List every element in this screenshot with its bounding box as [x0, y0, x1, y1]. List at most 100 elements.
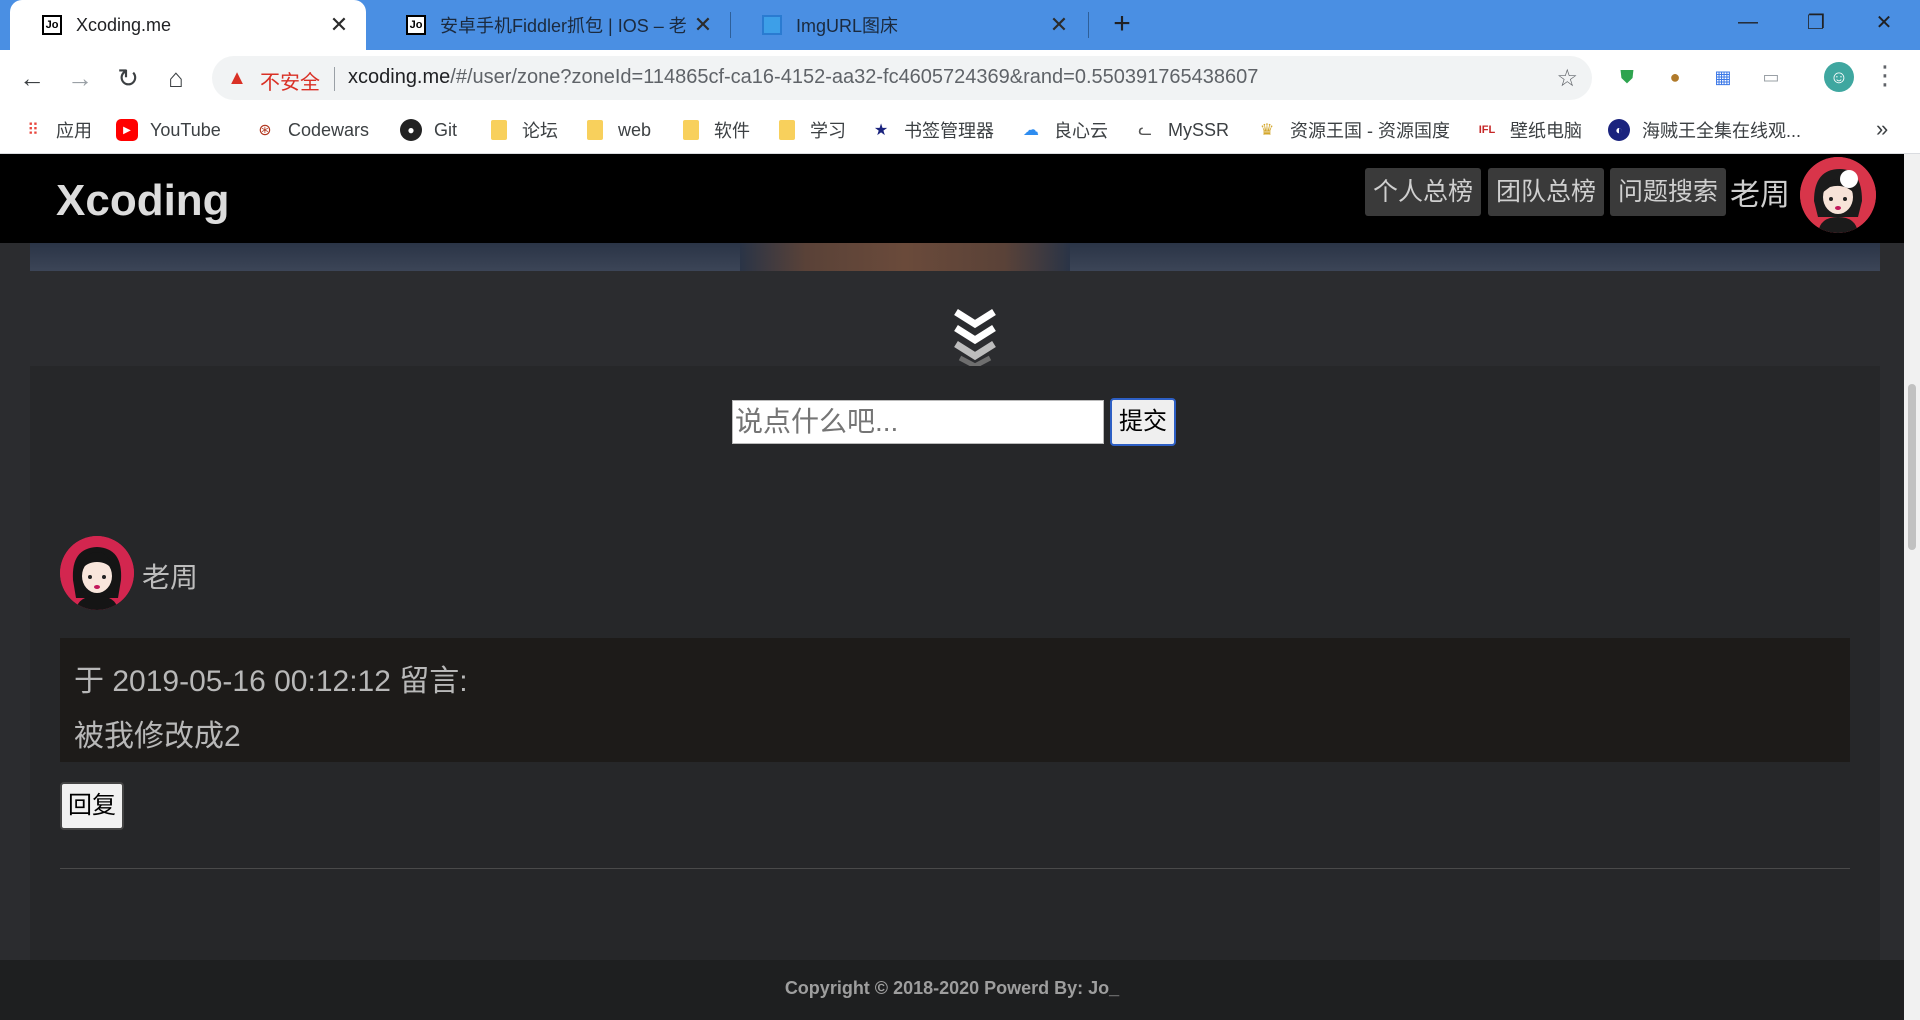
close-tab-icon[interactable]: ✕ [1044, 12, 1074, 38]
security-label[interactable]: 不安全 [260, 66, 320, 95]
url-path: /#/user/zone?zoneId=114865cf-ca16-4152-a… [450, 66, 1259, 88]
bookmark-git[interactable]: ● Git [400, 116, 457, 144]
url-text[interactable]: xcoding.me/#/user/zone?zoneId=114865cf-c… [348, 66, 1258, 89]
bookmark-ziyuan[interactable]: ♛ 资源王国 - 资源国度 [1256, 116, 1450, 144]
bookmark-label: 书签管理器 [904, 121, 994, 141]
more-bookmarks-icon[interactable]: » [1876, 116, 1888, 142]
bookmark-wallpaper[interactable]: IFL 壁纸电脑 [1476, 116, 1582, 144]
site-logo[interactable]: Xcoding [56, 176, 230, 226]
folder-icon [584, 119, 606, 141]
bookmark-label: Git [434, 119, 458, 140]
tab-title: 安卓手机Fiddler抓包 | IOS – 老 [440, 16, 687, 36]
bookmark-label: 壁纸电脑 [1510, 121, 1582, 141]
page-viewport: Xcoding 个人总榜 团队总榜 问题搜索 老周 说点什么吧... 提交 老周… [0, 154, 1904, 1020]
bookmark-myssr[interactable]: ᓚ MySSR [1134, 116, 1229, 144]
forward-arrow-icon[interactable]: → [62, 60, 98, 96]
ifl-icon: IFL [1478, 124, 1496, 136]
back-arrow-icon[interactable]: ← [14, 60, 50, 96]
tab-imgurl[interactable]: ImgURL图床 ✕ [730, 0, 1086, 50]
comment-input[interactable] [732, 400, 1104, 444]
submit-button[interactable]: 提交 [1110, 398, 1176, 446]
home-icon[interactable]: ⌂ [158, 60, 194, 96]
browser-menu-icon[interactable]: ⋮ [1870, 62, 1900, 92]
comment-author-name[interactable]: 老周 [142, 556, 198, 596]
bookmark-label: 良心云 [1054, 121, 1108, 141]
bookmark-liangxinyun[interactable]: ☁ 良心云 [1020, 116, 1108, 144]
bookmark-apps[interactable]: ⠿ 应用 [22, 116, 92, 144]
folder-icon [776, 119, 798, 141]
comment-timestamp: 于 2019-05-16 00:12:12 留言: [74, 665, 468, 698]
tab-separator [1088, 12, 1089, 38]
jo-favicon-icon: Jo [406, 15, 426, 35]
nav-personal-ranking[interactable]: 个人总榜 [1365, 168, 1482, 216]
codewars-icon: ⊛ [258, 122, 272, 139]
address-bar[interactable]: ▲ 不安全 xcoding.me/#/user/zone?zoneId=1148… [212, 56, 1592, 100]
site-footer: Copyright © 2018-2020 Powerd By: Jo_ [0, 960, 1904, 1020]
cat-icon: ᓚ [1138, 122, 1152, 139]
crown-icon: ♛ [1259, 122, 1275, 139]
tab-xcoding[interactable]: Jo Xcoding.me ✕ [10, 0, 366, 50]
copyright-text: Copyright © 2018-2020 Powerd By: Jo_ [784, 978, 1120, 998]
star-icon: ★ [873, 122, 889, 139]
user-avatar-icon [60, 536, 134, 610]
bookmark-label: web [618, 119, 652, 140]
page-scrollbar[interactable] [1904, 154, 1920, 1020]
profile-avatar-icon[interactable]: ☺ [1824, 62, 1854, 92]
apps-grid-icon: ⠿ [27, 122, 39, 139]
bookmark-manager[interactable]: ★ 书签管理器 [870, 116, 994, 144]
url-host: xcoding.me [348, 66, 451, 88]
close-window-button[interactable]: ✕ [1854, 0, 1914, 44]
github-icon: ● [400, 119, 422, 141]
bookmark-label: 海贼王全集在线观... [1642, 121, 1802, 141]
comment-author-avatar [60, 536, 134, 610]
bookmark-folder-forum[interactable]: 论坛 [488, 116, 558, 144]
close-tab-icon[interactable]: ✕ [324, 12, 354, 38]
comment-divider [60, 868, 1850, 869]
bookmark-label: 学习 [810, 121, 846, 141]
scrollbar-thumb[interactable] [1908, 384, 1916, 550]
header-avatar[interactable] [1800, 157, 1876, 233]
user-avatar-icon [1800, 157, 1876, 233]
bookmark-folder-web[interactable]: web [584, 116, 651, 144]
nav-team-ranking[interactable]: 团队总榜 [1488, 168, 1605, 216]
bookmark-folder-software[interactable]: 软件 [680, 116, 750, 144]
youtube-icon: ▶ [116, 119, 138, 141]
jo-favicon-icon: Jo [42, 15, 62, 35]
new-tab-button[interactable]: + [1106, 9, 1138, 41]
bookmarks-bar: ⠿ 应用 ▶ YouTube ⊛ Codewars ● Git 论坛 web 软件 学习… [0, 106, 1920, 154]
grid-extension-icon[interactable]: ▦ [1708, 62, 1738, 92]
reply-button[interactable]: 回复 [60, 782, 124, 830]
briefcase-extension-icon[interactable]: ▭ [1756, 62, 1786, 92]
hero-banner-image [30, 243, 1880, 271]
header-username[interactable]: 老周 [1730, 170, 1790, 214]
nav-question-search[interactable]: 问题搜索 [1610, 168, 1727, 216]
comment-section: 提交 老周 于 2019-05-16 00:12:12 留言: 被我修改成2 回… [30, 366, 1880, 1006]
browser-toolbar: ← → ↻ ⌂ ▲ 不安全 xcoding.me/#/user/zone?zon… [0, 50, 1920, 106]
tab-title: ImgURL图床 [796, 16, 899, 36]
bookmark-codewars[interactable]: ⊛ Codewars [254, 116, 369, 144]
reload-icon[interactable]: ↻ [110, 60, 146, 96]
scroll-down-chevron-icon[interactable] [950, 304, 1000, 368]
minimize-button[interactable]: — [1718, 0, 1778, 44]
omnibox-separator [334, 67, 335, 91]
bookmark-label: YouTube [150, 119, 221, 140]
globe-icon: ◐ [1608, 119, 1630, 141]
folder-icon [680, 119, 702, 141]
comment-text: 被我修改成2 [74, 720, 241, 753]
restore-button[interactable]: ❐ [1786, 0, 1846, 44]
bookmark-onepiece[interactable]: ◐ 海贼王全集在线观... [1608, 116, 1801, 144]
cloud-icon: ☁ [1023, 122, 1039, 139]
folder-icon [488, 119, 510, 141]
bookmark-folder-study[interactable]: 学习 [776, 116, 846, 144]
close-tab-icon[interactable]: ✕ [688, 12, 718, 38]
bookmark-label: Codewars [288, 119, 370, 140]
bookmark-youtube[interactable]: ▶ YouTube [116, 116, 221, 144]
warning-icon: ▲ [227, 67, 247, 89]
bookmark-star-icon[interactable]: ☆ [1556, 64, 1578, 93]
cookie-extension-icon[interactable]: ● [1660, 62, 1690, 92]
tab-strip: Jo Xcoding.me ✕ Jo 安卓手机Fiddler抓包 | IOS –… [0, 0, 1920, 50]
bookmark-label: 论坛 [522, 121, 558, 141]
shield-extension-icon[interactable]: ⛊ [1612, 62, 1642, 92]
tab-fiddler[interactable]: Jo 安卓手机Fiddler抓包 | IOS – 老 ✕ [374, 0, 730, 50]
banner-dock [740, 243, 1070, 271]
